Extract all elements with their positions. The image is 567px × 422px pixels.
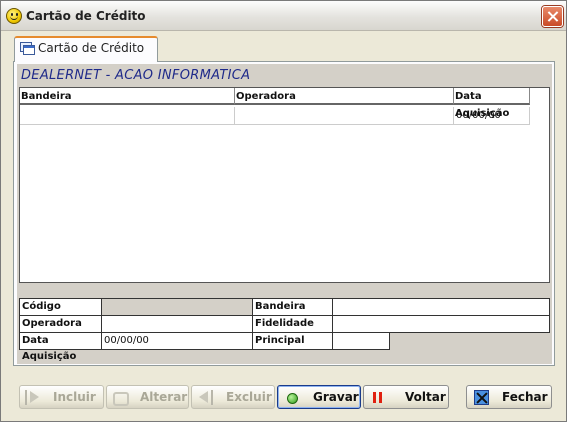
fechar-button[interactable]: Fechar <box>466 385 552 409</box>
data-aquisicao-field[interactable]: 00/00/00 <box>101 332 253 350</box>
voltar-label: Voltar <box>405 390 446 404</box>
cards-grid[interactable]: Bandeira Operadora Data Aquisição 00/00/… <box>19 87 550 283</box>
voltar-button[interactable]: Voltar <box>363 385 449 409</box>
cell-data-aquisicao[interactable]: 00/00/00 <box>454 107 530 125</box>
bandeira-field[interactable] <box>332 298 550 316</box>
incluir-button[interactable]: Incluir <box>19 385 104 409</box>
alterar-button[interactable]: Alterar <box>106 385 189 409</box>
tab-panel: DEALERNET - ACAO INFORMATICA Bandeira Op… <box>13 61 555 366</box>
window: Cartão de Crédito Cartão de Crédito DEAL… <box>0 0 567 422</box>
cell-operadora[interactable] <box>235 107 454 125</box>
excluir-button[interactable]: Excluir <box>191 385 275 409</box>
close-x-icon <box>474 390 489 405</box>
fidelidade-label: Fidelidade <box>252 315 333 333</box>
gravar-button[interactable]: Gravar <box>277 385 361 409</box>
codigo-label: Código <box>19 298 102 316</box>
excluir-label: Excluir <box>226 390 272 404</box>
forms-icon <box>20 42 35 56</box>
principal-field[interactable] <box>332 332 390 350</box>
detail-form: Código Bandeira Operadora Fidelidade Dat… <box>19 298 550 362</box>
close-window-button[interactable] <box>542 6 563 27</box>
fechar-label: Fechar <box>502 390 548 404</box>
principal-label: Principal <box>252 332 333 350</box>
green-dot-icon <box>285 390 301 405</box>
cell-bandeira[interactable] <box>20 107 235 125</box>
fidelidade-field[interactable] <box>332 315 550 333</box>
pause-icon <box>371 390 387 405</box>
operadora-field[interactable] <box>101 315 253 333</box>
column-header-operadora[interactable]: Operadora <box>235 88 454 105</box>
bandeira-label: Bandeira <box>252 298 333 316</box>
data-aquisicao-label: Data Aquisição <box>19 332 102 362</box>
incluir-label: Incluir <box>53 390 96 404</box>
content-area: DEALERNET - ACAO INFORMATICA Bandeira Op… <box>17 64 552 364</box>
gravar-label: Gravar <box>313 390 359 404</box>
title-bar[interactable]: Cartão de Crédito <box>1 1 566 31</box>
refresh-icon <box>112 390 129 406</box>
codigo-field[interactable] <box>101 298 253 316</box>
tab-cartao-de-credito[interactable]: Cartão de Crédito <box>14 36 158 62</box>
column-header-data-aquisicao[interactable]: Data Aquisição <box>454 88 530 119</box>
operadora-label: Operadora <box>19 315 102 333</box>
tab-label: Cartão de Crédito <box>38 41 145 55</box>
arrow-right-icon <box>25 390 41 405</box>
column-header-bandeira[interactable]: Bandeira <box>20 88 235 105</box>
smiley-icon <box>6 8 22 24</box>
company-name: DEALERNET - ACAO INFORMATICA <box>21 68 251 83</box>
arrow-left-icon <box>197 390 213 405</box>
window-title: Cartão de Crédito <box>26 9 146 23</box>
alterar-label: Alterar <box>140 390 188 404</box>
